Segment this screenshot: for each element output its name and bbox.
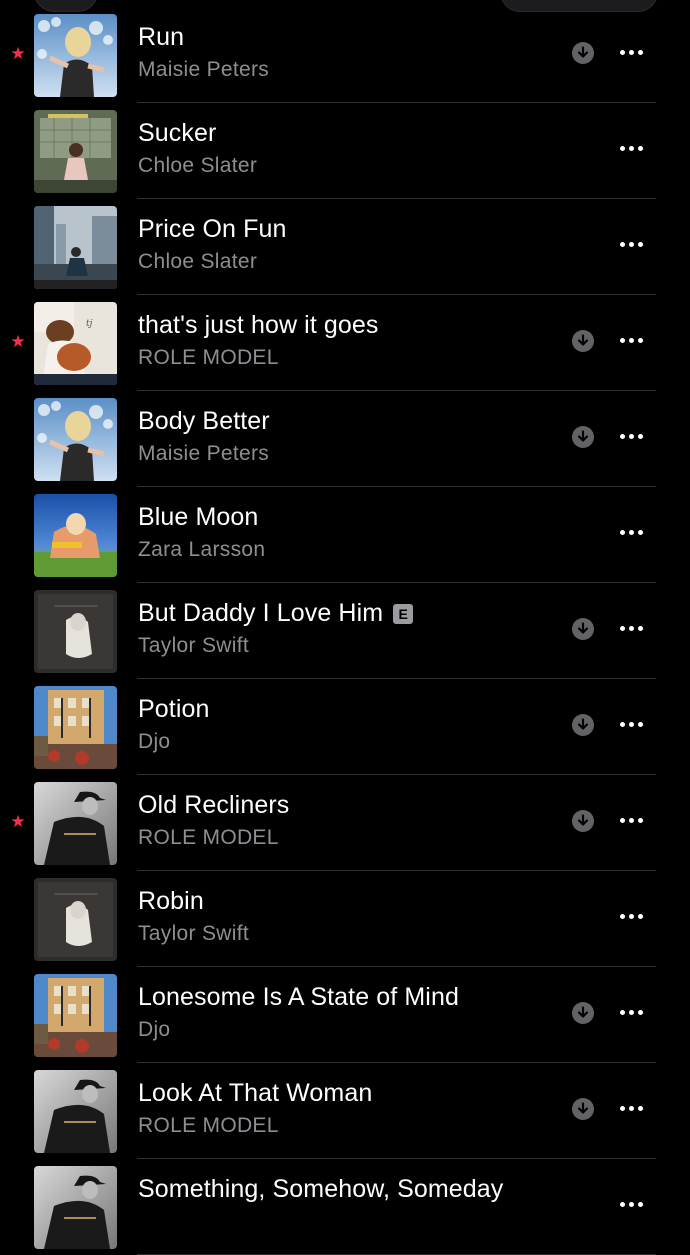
song-title: Potion xyxy=(138,695,210,723)
song-row[interactable]: Lonesome Is A State of Mind Djo xyxy=(0,967,690,1063)
album-artwork xyxy=(34,782,117,865)
song-artist: Taylor Swift xyxy=(138,634,249,657)
more-options-button[interactable] xyxy=(614,325,648,355)
song-row[interactable]: Price On Fun Chloe Slater xyxy=(0,199,690,295)
song-row[interactable]: Body Better Maisie Peters xyxy=(0,391,690,487)
song-row[interactable]: Potion Djo xyxy=(0,679,690,775)
song-artist: Zara Larsson xyxy=(138,538,266,561)
downloaded-icon xyxy=(572,714,594,736)
more-options-button[interactable] xyxy=(614,1189,648,1219)
song-title: But Daddy I Love Him E xyxy=(138,598,414,628)
favorite-star-icon: ★ xyxy=(10,812,26,831)
song-artist: Djo xyxy=(138,1018,171,1041)
more-options-button[interactable] xyxy=(614,709,648,739)
song-title: Lonesome Is A State of Mind xyxy=(138,983,459,1011)
song-artist: Chloe Slater xyxy=(138,154,258,177)
song-row[interactable]: But Daddy I Love Him E Taylor Swift xyxy=(0,583,690,679)
more-options-button[interactable] xyxy=(614,37,648,67)
downloaded-icon xyxy=(572,1098,594,1120)
song-row[interactable]: Look At That Woman ROLE MODEL xyxy=(0,1063,690,1159)
song-title: Robin xyxy=(138,887,204,915)
song-title: Body Better xyxy=(138,407,270,435)
favorite-star-icon: ★ xyxy=(10,44,26,63)
song-artist: Djo xyxy=(138,730,171,753)
song-artist: ROLE MODEL xyxy=(138,826,279,849)
more-options-button[interactable] xyxy=(614,997,648,1027)
svg-text:tj: tj xyxy=(86,319,93,329)
more-options-button[interactable] xyxy=(614,613,648,643)
album-artwork xyxy=(34,206,117,289)
more-options-button[interactable] xyxy=(614,1093,648,1123)
album-artwork xyxy=(34,974,117,1057)
song-artist: ROLE MODEL xyxy=(138,1114,279,1137)
song-title: Price On Fun xyxy=(138,215,287,243)
song-artist: Maisie Peters xyxy=(138,442,270,465)
album-artwork xyxy=(34,494,117,577)
song-artist: ROLE MODEL xyxy=(138,346,279,369)
explicit-badge: E xyxy=(393,604,414,624)
downloaded-icon xyxy=(572,42,594,64)
song-row[interactable]: ★ Old Recliners ROLE MODEL xyxy=(0,775,690,871)
more-options-button[interactable] xyxy=(614,421,648,451)
favorite-star-icon: ★ xyxy=(10,332,26,351)
album-artwork xyxy=(34,878,117,961)
song-row[interactable]: Blue Moon Zara Larsson xyxy=(0,487,690,583)
downloaded-icon xyxy=(572,426,594,448)
more-options-button[interactable] xyxy=(614,517,648,547)
song-row[interactable]: ★ Run Maisie Peters xyxy=(0,7,690,103)
song-row[interactable]: Something, Somehow, Someday xyxy=(0,1159,690,1255)
downloaded-icon xyxy=(572,810,594,832)
album-artwork xyxy=(34,398,117,481)
album-artwork xyxy=(34,1070,117,1153)
song-artist: Taylor Swift xyxy=(138,922,249,945)
album-artwork xyxy=(34,590,117,673)
downloaded-icon xyxy=(572,330,594,352)
song-title: Old Recliners xyxy=(138,791,290,819)
song-title: Run xyxy=(138,23,185,51)
song-row[interactable]: Robin Taylor Swift xyxy=(0,871,690,967)
album-artwork: tj xyxy=(34,302,117,385)
song-title: Blue Moon xyxy=(138,503,259,531)
more-options-button[interactable] xyxy=(614,133,648,163)
more-options-button[interactable] xyxy=(614,805,648,835)
song-row[interactable]: ★ tj that's just how it goes ROLE MODEL xyxy=(0,295,690,391)
song-title: Sucker xyxy=(138,119,217,147)
more-options-button[interactable] xyxy=(614,901,648,931)
album-artwork xyxy=(34,686,117,769)
song-row[interactable]: Sucker Chloe Slater xyxy=(0,103,690,199)
more-options-button[interactable] xyxy=(614,229,648,259)
song-artist: Maisie Peters xyxy=(138,58,270,81)
album-artwork xyxy=(34,1166,117,1249)
song-title: Look At That Woman xyxy=(138,1079,373,1107)
song-artist: Chloe Slater xyxy=(138,250,258,273)
song-title: that's just how it goes xyxy=(138,311,379,339)
downloaded-icon xyxy=(572,618,594,640)
album-artwork xyxy=(34,14,117,97)
album-artwork xyxy=(34,110,117,193)
downloaded-icon xyxy=(572,1002,594,1024)
